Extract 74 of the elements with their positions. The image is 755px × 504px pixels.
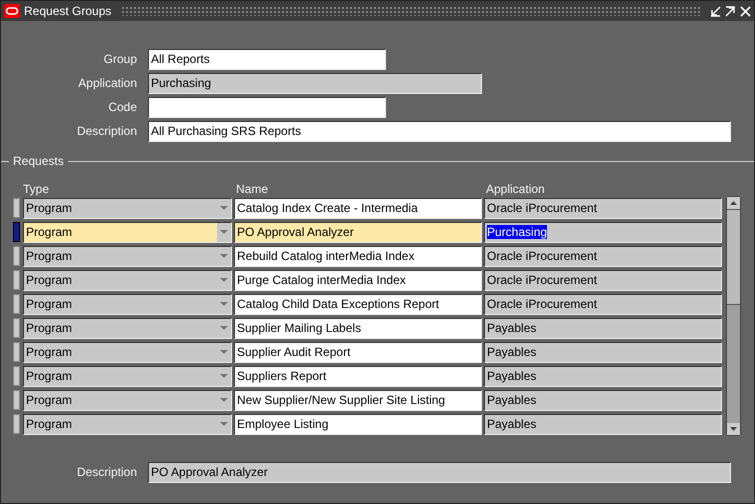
application-field[interactable]: Purchasing xyxy=(484,222,722,242)
name-field[interactable]: Supplier Mailing Labels xyxy=(234,318,482,338)
column-header: Name xyxy=(235,182,270,196)
record-indicator[interactable] xyxy=(13,246,20,266)
type-dropdown[interactable]: Program xyxy=(23,414,232,434)
column-header: Type xyxy=(23,182,50,196)
logo-icon xyxy=(4,4,20,18)
minimize-icon[interactable] xyxy=(710,6,721,16)
field-label: Description xyxy=(76,465,138,479)
dropdown-arrow-icon xyxy=(220,254,228,258)
text-field[interactable] xyxy=(148,96,386,118)
name-field[interactable]: Suppliers Report xyxy=(234,366,482,386)
record-indicator[interactable] xyxy=(13,270,20,290)
field-label: Group xyxy=(102,52,138,66)
type-dropdown[interactable]: Program xyxy=(23,390,232,410)
scroll-down-icon[interactable] xyxy=(727,423,740,435)
scroll-thumb[interactable] xyxy=(727,209,740,305)
record-indicator[interactable] xyxy=(13,318,20,338)
application-field[interactable]: Payables xyxy=(484,390,722,410)
name-field[interactable]: Employee Listing xyxy=(234,414,482,434)
type-dropdown[interactable]: Program xyxy=(23,294,232,314)
name-field[interactable]: Catalog Child Data Exceptions Report xyxy=(234,294,482,314)
dropdown-arrow-icon xyxy=(220,326,228,330)
field-label: Description xyxy=(76,124,138,138)
name-field[interactable]: PO Approval Analyzer xyxy=(234,222,482,242)
dropdown-arrow-icon xyxy=(220,302,228,306)
type-dropdown[interactable]: Program xyxy=(23,222,232,242)
column-header: Application xyxy=(485,182,546,196)
application-field[interactable]: Oracle iProcurement xyxy=(484,270,722,290)
dropdown-arrow-icon xyxy=(220,374,228,378)
text-field[interactable]: PO Approval Analyzer xyxy=(148,462,731,482)
record-indicator[interactable] xyxy=(13,414,20,434)
section-title: Requests xyxy=(13,154,64,168)
name-field[interactable]: Supplier Audit Report xyxy=(234,342,482,362)
application-field[interactable]: Oracle iProcurement xyxy=(484,198,722,218)
text-field[interactable]: All Purchasing SRS Reports xyxy=(148,120,731,142)
type-dropdown[interactable]: Program xyxy=(23,270,232,290)
application-field[interactable]: Oracle iProcurement xyxy=(484,294,722,314)
name-field[interactable]: Rebuild Catalog interMedia Index xyxy=(234,246,482,266)
text-field[interactable]: Purchasing xyxy=(148,72,482,94)
window-title: Request Groups xyxy=(24,4,112,18)
close-icon[interactable] xyxy=(740,6,751,16)
text-field[interactable]: All Reports xyxy=(148,48,386,70)
field-label: Application xyxy=(77,76,138,90)
application-field[interactable]: Payables xyxy=(484,342,722,362)
field-label: Code xyxy=(107,100,138,114)
record-indicator[interactable] xyxy=(13,366,20,386)
dropdown-arrow-icon xyxy=(220,422,228,426)
type-dropdown[interactable]: Program xyxy=(23,342,232,362)
type-dropdown[interactable]: Program xyxy=(23,366,232,386)
dropdown-arrow-icon xyxy=(220,350,228,354)
dropdown-arrow-icon xyxy=(220,206,228,210)
application-field[interactable]: Payables xyxy=(484,414,722,434)
grip-pattern[interactable] xyxy=(121,6,700,16)
record-indicator[interactable] xyxy=(13,222,20,242)
scrollbar[interactable] xyxy=(726,196,741,436)
record-indicator[interactable] xyxy=(13,294,20,314)
name-field[interactable]: Catalog Index Create - Intermedia xyxy=(234,198,482,218)
dropdown-arrow-icon xyxy=(220,278,228,282)
type-dropdown[interactable]: Program xyxy=(23,246,232,266)
maximize-icon[interactable] xyxy=(725,6,736,16)
record-indicator[interactable] xyxy=(13,342,20,362)
dropdown-arrow-icon xyxy=(220,230,228,234)
name-field[interactable]: New Supplier/New Supplier Site Listing xyxy=(234,390,482,410)
dropdown-arrow-icon xyxy=(220,398,228,402)
application-field[interactable]: Payables xyxy=(484,366,722,386)
application-field[interactable]: Payables xyxy=(484,318,722,338)
type-dropdown[interactable]: Program xyxy=(23,318,232,338)
name-field[interactable]: Purge Catalog interMedia Index xyxy=(234,270,482,290)
record-indicator[interactable] xyxy=(13,198,20,218)
application-field[interactable]: Oracle iProcurement xyxy=(484,246,722,266)
record-indicator[interactable] xyxy=(13,390,20,410)
scroll-up-icon[interactable] xyxy=(727,197,740,209)
type-dropdown[interactable]: Program xyxy=(23,198,232,218)
